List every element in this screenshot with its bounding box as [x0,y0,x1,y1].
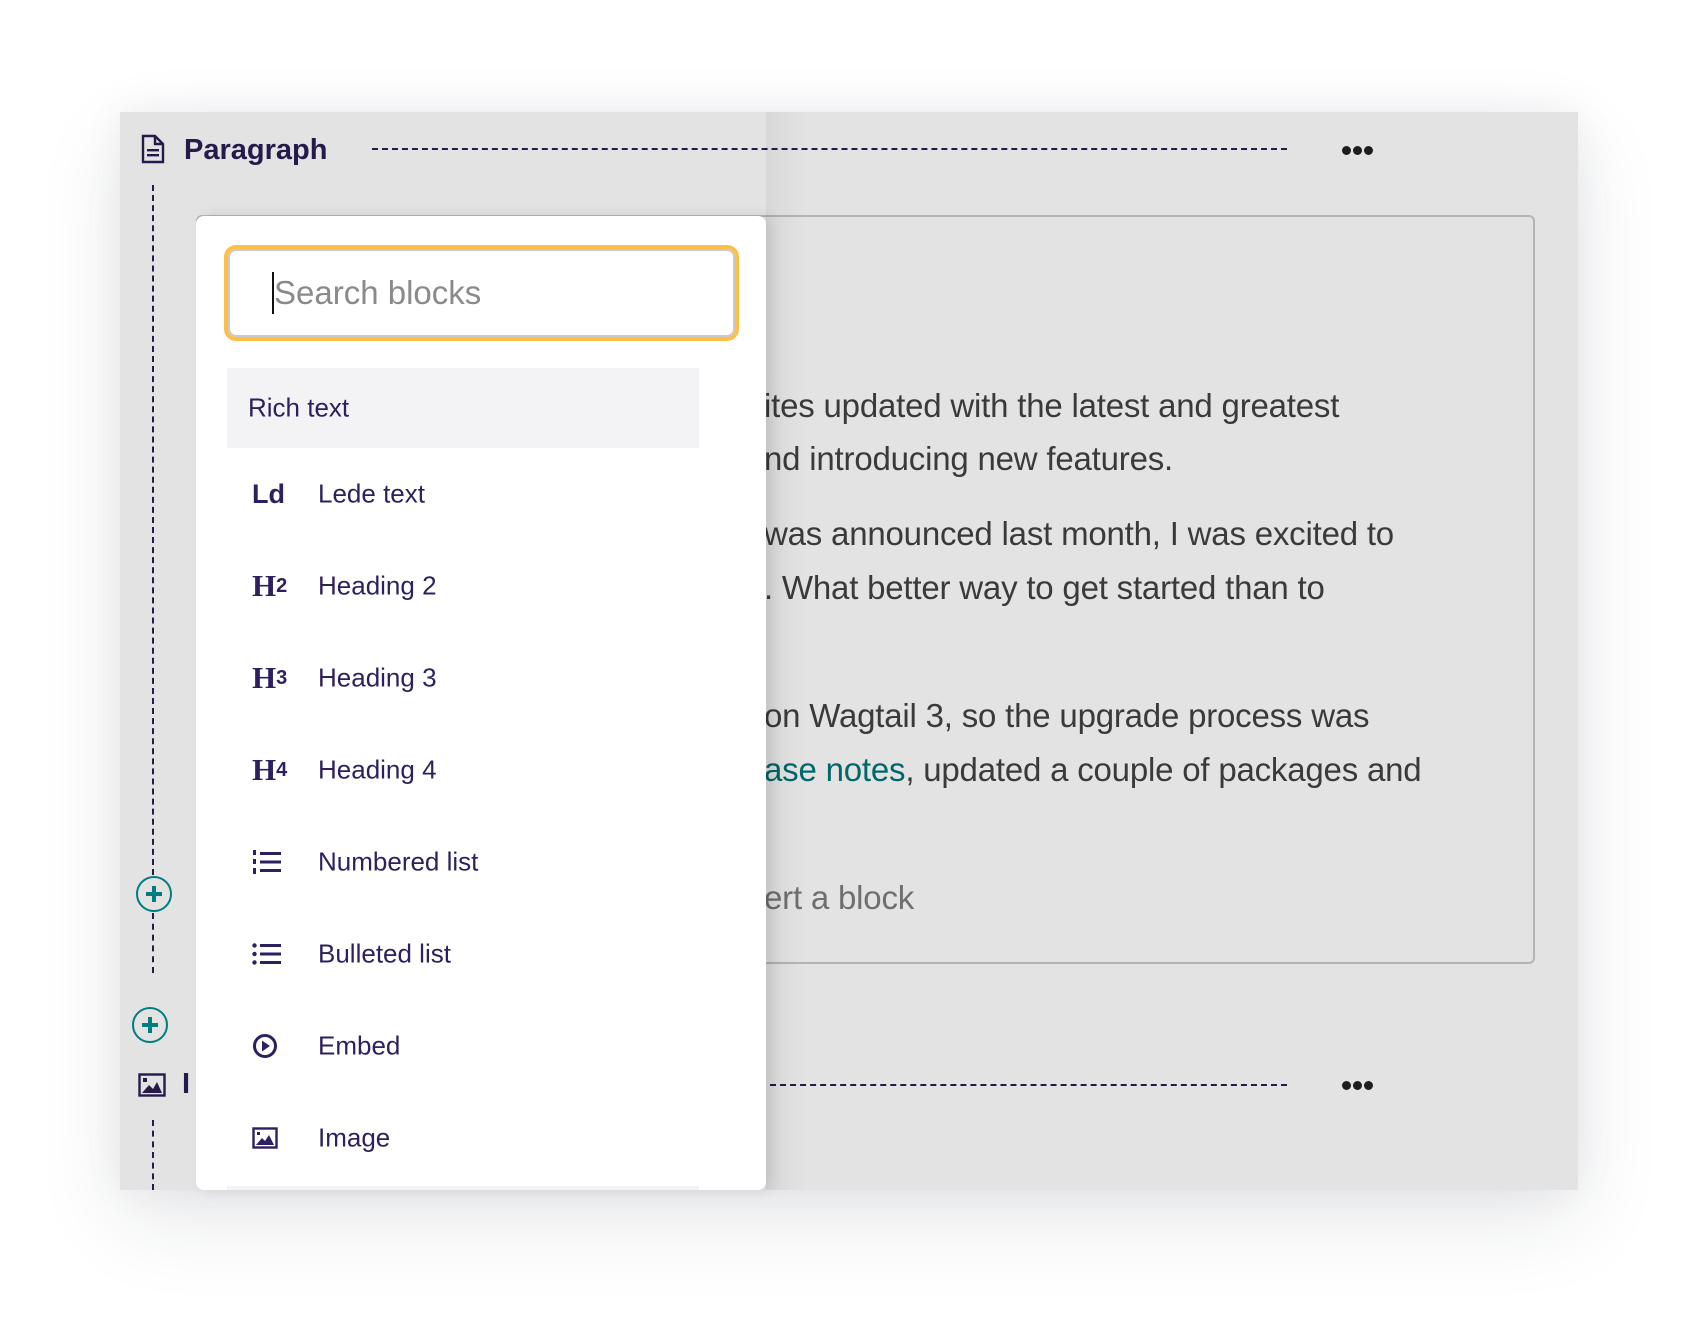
paragraph-line[interactable]: nd introducing new features. [764,439,1173,479]
block-connector-line [152,185,154,875]
menu-item-label: Lede text [318,478,425,509]
embed-icon [252,1029,296,1063]
block-connector-line [152,913,154,973]
menu-item-image[interactable]: Image [227,1098,699,1178]
menu-item-embed[interactable]: Embed [227,1006,699,1086]
heading-2-icon: H2 [252,568,296,603]
block-chooser-menu: Rich text Ld Lede text H2 Heading 2 H3 H… [196,216,766,1190]
dot-icon [1342,146,1351,155]
block-title-image[interactable]: I [182,1067,190,1101]
add-block-button[interactable] [132,1007,168,1043]
block-header-divider [372,148,1287,150]
heading-icon-level: 4 [276,758,288,781]
paragraph-line[interactable]: ase notes, updated a couple of packages … [764,750,1422,790]
next-menu-item-edge [227,1186,699,1190]
search-field[interactable] [224,245,739,341]
block-title-paragraph[interactable]: Paragraph [184,133,327,167]
dot-icon [1342,1081,1351,1090]
menu-item-label: Numbered list [318,846,479,877]
menu-item-bulleted-list[interactable]: Bulleted list [227,914,699,994]
bulleted-list-icon [252,937,296,971]
menu-item-label: Embed [318,1030,401,1061]
search-blocks-input[interactable] [272,272,716,314]
block-more-options-button[interactable] [1342,1081,1373,1090]
paragraph-line[interactable]: ites updated with the latest and greates… [764,386,1339,426]
dot-icon [1353,1081,1362,1090]
block-header-divider [760,1084,1287,1086]
heading-icon-letter: H [252,660,277,695]
numbered-list-icon [252,845,296,879]
image-icon [252,1121,296,1155]
heading-icon-letter: H [252,752,277,787]
document-icon [141,134,165,164]
lede-icon: Ld [252,478,285,509]
dot-icon [1364,146,1373,155]
menu-item-heading-4[interactable]: H4 Heading 4 [227,730,699,810]
menu-item-label: Heading 4 [318,754,437,785]
heading-icon-level: 2 [276,574,288,597]
menu-item-heading-2[interactable]: H2 Heading 2 [227,546,699,626]
heading-3-icon: H3 [252,660,296,695]
menu-item-heading-3[interactable]: H3 Heading 3 [227,638,699,718]
heading-icon-letter: H [252,568,277,603]
dot-icon [1364,1081,1373,1090]
menu-group-rich-text: Rich text [227,368,699,448]
add-block-button[interactable] [136,876,172,912]
paragraph-line[interactable]: . What better way to get started than to [764,568,1325,608]
heading-4-icon: H4 [252,752,296,787]
block-more-options-button[interactable] [1342,146,1373,155]
paragraph-line[interactable]: on Wagtail 3, so the upgrade process was [764,696,1369,736]
dot-icon [1353,146,1362,155]
block-connector-line [152,1120,154,1190]
menu-item-numbered-list[interactable]: Numbered list [227,822,699,902]
paragraph-line-text: , updated a couple of packages and [905,751,1422,788]
menu-group-label: Rich text [248,392,350,423]
menu-item-label: Heading 2 [318,570,437,601]
dropdown-shadow [766,112,806,1190]
heading-icon-level: 3 [276,666,288,689]
image-icon [138,1073,166,1097]
menu-item-lede-text[interactable]: Ld Lede text [227,454,699,534]
menu-item-label: Heading 3 [318,662,437,693]
menu-item-label: Bulleted list [318,938,451,969]
paragraph-line[interactable]: was announced last month, I was excited … [764,514,1394,554]
menu-item-label: Image [318,1122,391,1153]
